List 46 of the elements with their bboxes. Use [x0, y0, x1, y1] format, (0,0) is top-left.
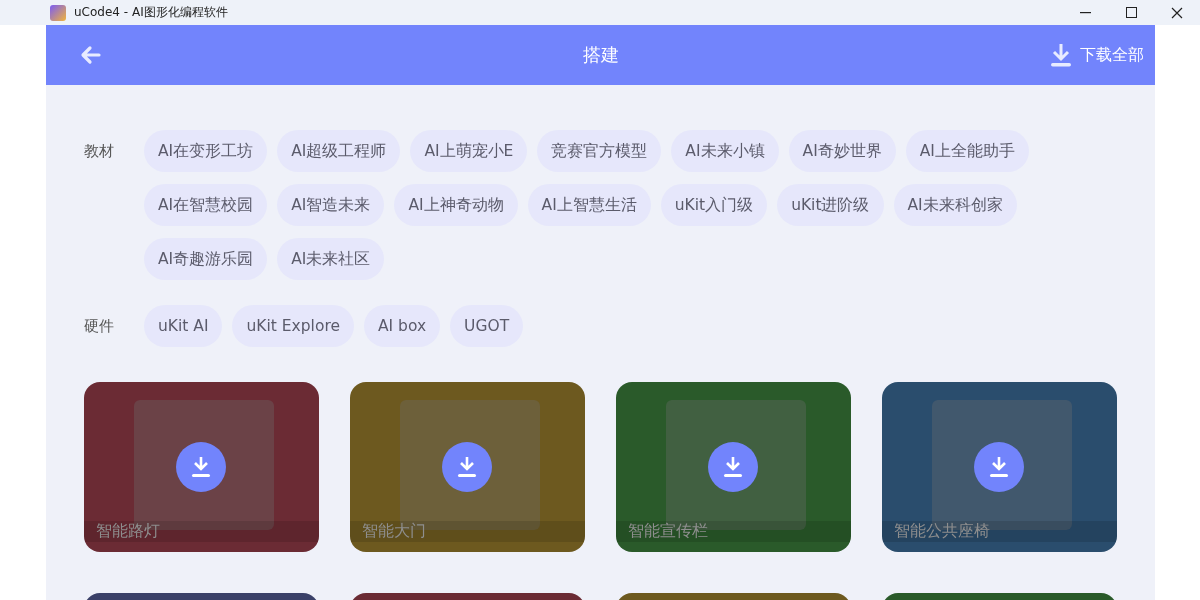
download-button[interactable]	[176, 442, 226, 492]
filter-label: 硬件	[84, 316, 115, 337]
card-title: 智能路灯	[96, 521, 160, 540]
filter-tag[interactable]: AI未来小镇	[671, 130, 779, 172]
model-card[interactable]: 智能路灯	[84, 382, 319, 552]
filter-tag[interactable]: uKit Explore	[232, 305, 354, 347]
model-card[interactable]: 智能宣传栏	[616, 382, 851, 552]
filter-tag[interactable]: AI智造未来	[277, 184, 385, 226]
filter-tag[interactable]: AI未来社区	[277, 238, 385, 280]
page-title: 搭建	[582, 44, 619, 65]
download-all-button[interactable]: 下载全部	[1050, 43, 1144, 67]
card-title: 智能公共座椅	[894, 521, 990, 540]
filter-tag[interactable]: AI奇趣游乐园	[144, 238, 268, 280]
filter-tag[interactable]: uKit AI	[144, 305, 223, 347]
filter-tag[interactable]: AI box	[363, 305, 441, 347]
download-icon	[989, 456, 1009, 478]
filter-tag[interactable]: AI奇妙世界	[788, 130, 896, 172]
filter-tag[interactable]: AI超级工程师	[277, 130, 401, 172]
download-icon	[1050, 43, 1072, 67]
filter-tag[interactable]: AI在智慧校园	[144, 184, 268, 226]
download-button[interactable]	[708, 442, 758, 492]
card-title: 智能宣传栏	[628, 521, 708, 540]
download-icon	[723, 456, 743, 478]
filter-label: 教材	[84, 141, 115, 162]
filter-tag[interactable]: AI上萌宠小E	[410, 130, 528, 172]
card-title: 智能大门	[362, 521, 426, 540]
window-title: uCode4 - AI图形化编程软件	[74, 4, 229, 21]
filter-tag[interactable]: AI上神奇动物	[394, 184, 518, 226]
minimize-icon	[1079, 11, 1091, 14]
back-arrow-icon[interactable]	[80, 44, 102, 66]
filter-tag[interactable]: uKit进阶级	[777, 184, 884, 226]
filter-tag[interactable]: 竞赛官方模型	[537, 130, 662, 172]
filter-tag[interactable]: AI上全能助手	[905, 130, 1029, 172]
filter-tag[interactable]: AI未来科创家	[893, 184, 1017, 226]
filter-tag[interactable]: UGOT	[450, 305, 524, 347]
model-card[interactable]: 智能公共座椅	[882, 382, 1117, 552]
filter-tag[interactable]: AI在变形工坊	[144, 130, 268, 172]
download-button[interactable]	[442, 442, 492, 492]
download-button[interactable]	[974, 442, 1024, 492]
filter-tag[interactable]: uKit入门级	[660, 184, 768, 226]
download-icon	[191, 456, 211, 478]
download-icon	[457, 456, 477, 478]
app-logo-icon	[50, 4, 66, 21]
close-icon	[1171, 6, 1183, 19]
filter-tag[interactable]: AI上智慧生活	[527, 184, 651, 226]
maximize-icon	[1125, 7, 1137, 18]
